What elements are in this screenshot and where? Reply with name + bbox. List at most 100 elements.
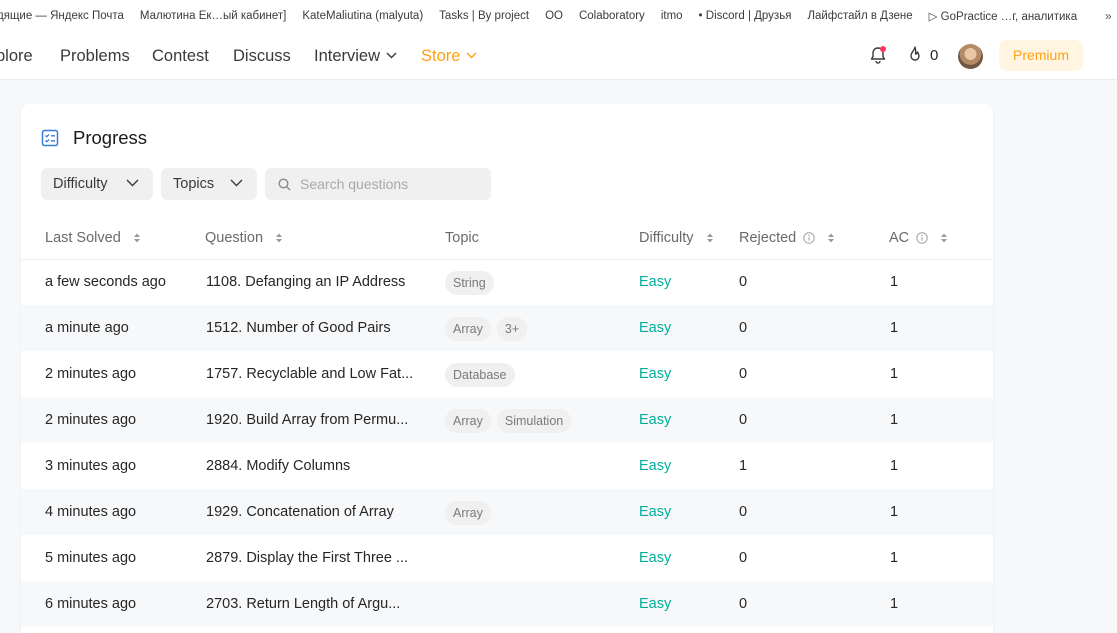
column-label: Topic (445, 230, 479, 246)
bookmark-item[interactable]: Colaboratory (579, 10, 645, 22)
topic-tags: Database (445, 363, 521, 387)
rejected-count: 0 (739, 320, 748, 336)
question-link[interactable]: 1757. Recyclable and Low Fat... (206, 351, 413, 397)
last-solved-cell: 3 minutes ago (45, 458, 137, 474)
last-solved-cell: 2 minutes ago (45, 412, 137, 428)
nav-interview[interactable]: Interview (314, 32, 397, 80)
rejected-count: 0 (739, 596, 748, 612)
column-label: AC (889, 230, 910, 246)
difficulty-cell: Easy (639, 274, 672, 290)
nav-problems[interactable]: Problems (60, 32, 130, 80)
rejected-count: 1 (739, 458, 748, 474)
last-solved-cell: 2 minutes ago (45, 366, 137, 382)
table-row[interactable]: a minute ago 1512. Number of Good Pairs Ar… (21, 305, 993, 351)
avatar[interactable] (958, 44, 983, 69)
topic-tag[interactable]: Array (445, 501, 491, 525)
nav-explore[interactable]: plore (0, 32, 33, 80)
sort-icon[interactable] (940, 232, 948, 244)
rejected-count: 0 (739, 274, 748, 290)
difficulty-filter[interactable]: Difficulty (41, 168, 153, 200)
table-row[interactable]: a few seconds ago 1108. Defanging an IP A… (21, 259, 993, 305)
bookmarks-overflow-button[interactable]: » (1105, 0, 1117, 32)
question-link[interactable]: 2884. Modify Columns (206, 443, 350, 489)
topics-filter-label: Topics (173, 176, 215, 192)
bookmark-item[interactable]: Лайфстайл в Дзене (807, 10, 912, 22)
bookmark-item[interactable]: Tasks | By project (439, 10, 529, 22)
bookmark-item[interactable]: • Discord | Друзья (699, 10, 792, 22)
topic-tag[interactable]: Database (445, 363, 515, 387)
bookmarks-bar: дящие — Яндекс Почта Малютина Ек…ый каби… (0, 0, 1117, 32)
bookmark-item[interactable]: ▷ GoPractice …г, аналитика (929, 9, 1077, 23)
ac-count: 1 (890, 274, 899, 290)
topic-tag[interactable]: Array (445, 317, 491, 341)
column-header-difficulty[interactable]: Difficulty (639, 230, 714, 246)
table-row[interactable]: 2 minutes ago 1757. Recyclable and Low Fa… (21, 351, 993, 397)
difficulty-filter-label: Difficulty (53, 176, 108, 192)
topic-tag[interactable]: Simulation (496, 409, 572, 433)
question-link[interactable]: 1929. Concatenation of Array (206, 489, 394, 535)
bookmark-item[interactable]: дящие — Яндекс Почта (0, 10, 124, 22)
table-row[interactable]: 2 minutes ago 1920. Build Array from Perm… (21, 397, 993, 443)
chevron-down-icon (386, 52, 397, 59)
table-header: Last Solved Question Topic Difficulty Re… (21, 218, 993, 260)
bookmark-item[interactable]: Малютина Ек…ый кабинет] (140, 10, 286, 22)
nav-contest[interactable]: Contest (152, 32, 209, 80)
ac-count: 1 (890, 458, 899, 474)
table-row[interactable]: 4 minutes ago 1929. Concatenation of Arra… (21, 489, 993, 535)
rejected-count: 0 (739, 412, 748, 428)
info-icon[interactable] (803, 232, 815, 244)
checklist-icon (41, 129, 59, 147)
last-solved-cell: 4 minutes ago (45, 504, 137, 520)
column-label: Difficulty (639, 230, 694, 246)
search-input[interactable] (300, 176, 480, 192)
chevron-down-icon (466, 52, 477, 59)
nav-discuss[interactable]: Discuss (233, 32, 291, 80)
question-link[interactable]: 2879. Display the First Three ... (206, 535, 408, 581)
question-link[interactable]: 1512. Number of Good Pairs (206, 305, 391, 351)
table-row[interactable]: 5 minutes ago 2879. Display the First Thr… (21, 535, 993, 581)
topic-tag[interactable]: String (445, 271, 494, 295)
bookmark-item[interactable]: KateMaliutina (malyuta) (302, 10, 423, 22)
topic-tags: Array Simulation (445, 409, 577, 433)
table-row[interactable]: 6 minutes ago 2703. Return Length of Argu… (21, 581, 993, 627)
column-label: Question (205, 230, 264, 246)
bookmark-item[interactable]: itmo (661, 10, 683, 22)
ac-count: 1 (890, 550, 899, 566)
topic-tags: Array 3+ (445, 317, 533, 341)
column-header-last-solved[interactable]: Last Solved (45, 230, 141, 246)
question-link[interactable]: 1108. Defanging an IP Address (206, 259, 405, 305)
flame-icon[interactable] (906, 45, 924, 65)
nav-store-label: Store (421, 47, 461, 65)
page-title: Progress (73, 127, 148, 148)
nav-store[interactable]: Store (421, 32, 477, 80)
sort-icon[interactable] (275, 232, 283, 244)
difficulty-cell: Easy (639, 504, 672, 520)
ac-count: 1 (890, 320, 899, 336)
topic-tags: Array (445, 501, 497, 525)
last-solved-cell: 6 minutes ago (45, 596, 137, 612)
last-solved-cell: a minute ago (45, 320, 129, 336)
question-link[interactable]: 1920. Build Array from Permu... (206, 397, 408, 443)
search-box[interactable] (265, 168, 491, 200)
column-header-rejected[interactable]: Rejected (739, 230, 835, 246)
rejected-count: 0 (739, 504, 748, 520)
bell-icon[interactable] (868, 45, 888, 65)
column-header-ac[interactable]: AC (889, 230, 948, 246)
sort-icon[interactable] (133, 232, 141, 244)
last-solved-cell: 5 minutes ago (45, 550, 137, 566)
bookmark-item[interactable]: OO (545, 10, 563, 22)
topic-tag[interactable]: Array (445, 409, 491, 433)
sort-icon[interactable] (827, 232, 835, 244)
difficulty-cell: Easy (639, 412, 672, 428)
premium-button[interactable]: Premium (999, 40, 1083, 71)
ac-count: 1 (890, 504, 899, 520)
topics-filter[interactable]: Topics (161, 168, 257, 200)
progress-card: Progress Difficulty Topics Last Solved Q… (21, 104, 993, 633)
rejected-count: 0 (739, 366, 748, 382)
sort-icon[interactable] (706, 232, 714, 244)
column-header-question[interactable]: Question (205, 230, 283, 246)
table-row[interactable]: 3 minutes ago 2884. Modify Columns Easy 1 1 (21, 443, 993, 489)
topic-tag[interactable]: 3+ (496, 317, 528, 341)
question-link[interactable]: 2703. Return Length of Argu... (206, 581, 400, 627)
info-icon[interactable] (916, 232, 928, 244)
